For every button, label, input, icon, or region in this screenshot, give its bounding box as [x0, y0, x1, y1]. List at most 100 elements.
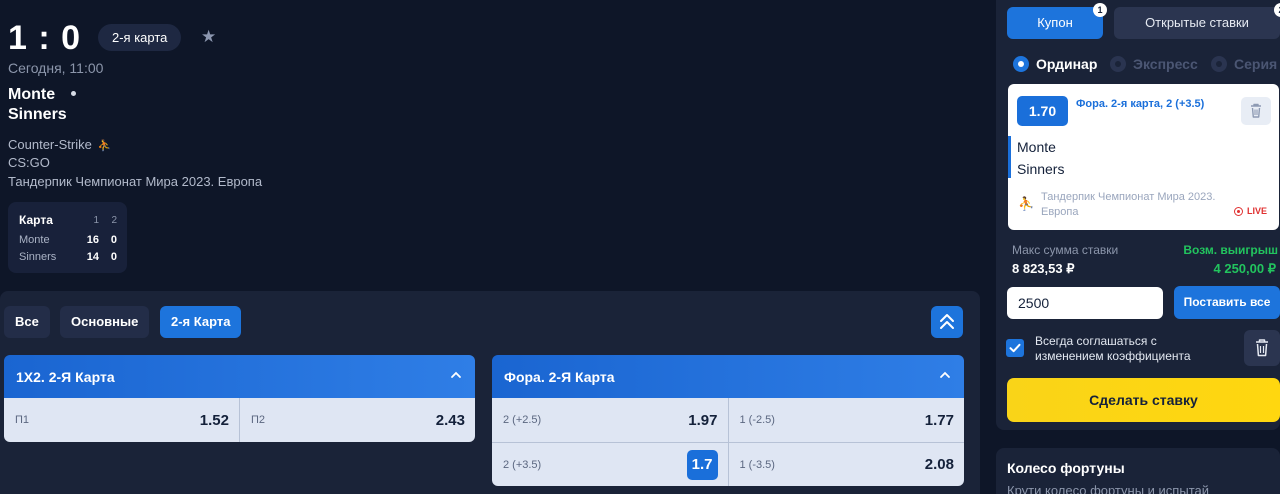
radio-icon: [1211, 56, 1227, 72]
odd-value: 1.77: [924, 411, 954, 429]
mode-express[interactable]: Экспресс: [1110, 56, 1198, 72]
outcome-label: 1 (-3.5): [739, 458, 775, 471]
scoreboard-row: Sinners 14 0: [19, 249, 117, 265]
bet-tournament: Тандерпик Чемпионат Мира 2023. Европа: [1041, 191, 1216, 218]
team2-name: Sinners: [8, 106, 67, 123]
scoreboard-map1: 16: [86, 234, 99, 246]
tournament-name: Тандерпик Чемпионат Мира 2023. Европа: [8, 174, 263, 189]
active-team-dot-icon: [71, 91, 76, 96]
mode-label: Ординар: [1036, 56, 1098, 72]
scoreboard-col2: 2: [111, 214, 117, 226]
radio-icon: [1110, 56, 1126, 72]
live-dot-icon: [1234, 206, 1243, 216]
trash-icon: [1251, 103, 1261, 118]
filter-tab-main[interactable]: Основные: [60, 306, 150, 338]
possible-win-label: Возм. выигрыш: [1183, 243, 1278, 257]
bet-slip: Купон 1 Открытые ставки 2 Ординар Экспре…: [996, 0, 1280, 430]
market-card-1x2: 1X2. 2-Я Карта П1 1.52 П2 2.43: [4, 355, 475, 442]
checkmark-icon: [1009, 343, 1021, 353]
remove-bet-button[interactable]: [1241, 97, 1271, 125]
favorite-star-icon[interactable]: ★: [201, 27, 216, 47]
odd-value: 2.08: [924, 456, 954, 473]
current-map-pill: 2-я карта: [98, 24, 182, 51]
odd-value-selected: 1.7: [686, 449, 718, 480]
bet-slip-item: 1.70 Фора. 2-я карта, 2 (+3.5) Monte Sin…: [1008, 84, 1279, 230]
filter-tab-all[interactable]: Все: [4, 306, 50, 338]
stake-input[interactable]: [1007, 287, 1163, 319]
outcome-label: П1: [15, 414, 30, 426]
make-bet-button[interactable]: Сделать ставку: [1007, 378, 1280, 422]
scoreboard-team: Monte: [19, 234, 50, 246]
tab-open-bets[interactable]: Открытые ставки: [1114, 7, 1280, 39]
sport-name: Counter-Strike: [8, 137, 92, 152]
clear-coupon-button[interactable]: [1244, 330, 1280, 366]
odd-value: 1.52: [199, 411, 229, 429]
counter-strike-icon: ⛹: [1018, 196, 1035, 211]
filter-tab-map2[interactable]: 2-я Карта: [160, 306, 242, 338]
mode-series[interactable]: Серия: [1211, 56, 1277, 72]
odd-cell[interactable]: П1 1.52: [4, 398, 239, 442]
accept-odds-change-checkbox[interactable]: [1006, 339, 1024, 357]
market-header[interactable]: 1X2. 2-Я Карта: [4, 355, 475, 398]
market-card-handicap: Фора. 2-Я Карта 2 (+2.5) 1.97 1 (-2.5) 1…: [492, 355, 964, 486]
mode-label: Серия: [1234, 56, 1278, 72]
game-name: CS:GO: [8, 155, 50, 170]
scoreboard-map2: 0: [110, 234, 117, 246]
mode-label: Экспресс: [1133, 56, 1198, 72]
scoreboard-header-label: Карта: [19, 213, 53, 227]
tab-coupon-label: Купон: [1037, 15, 1073, 30]
scoreboard-col1: 1: [93, 214, 99, 226]
market-row: П1 1.52 П2 2.43: [4, 398, 475, 442]
tab-open-label: Открытые ставки: [1145, 15, 1249, 30]
wheel-of-fortune-panel[interactable]: Колесо фортуны Крути колесо фортуны и ис…: [996, 448, 1280, 494]
match-score: 1 : 0: [8, 19, 82, 57]
bet-market: Фора. 2-я карта, 2 (+3.5): [1076, 98, 1205, 110]
sport-line: Counter-Strike ⛹: [8, 137, 112, 152]
odd-cell[interactable]: П2 2.43: [239, 398, 475, 442]
odd-value: 2.43: [435, 411, 465, 429]
market-title: Фора. 2-Я Карта: [504, 368, 615, 385]
odd-value: 1.97: [688, 411, 718, 429]
bet-team2: Sinners: [1017, 161, 1065, 177]
bet-team1: Monte: [1017, 139, 1056, 155]
mode-single[interactable]: Ординар: [1013, 56, 1097, 72]
counter-strike-icon: ⛹: [97, 140, 112, 152]
max-stake-label: Макс сумма ставки: [1012, 243, 1119, 257]
bet-selection-bar: [1008, 136, 1011, 178]
odd-cell[interactable]: 1 (-2.5) 1.77: [727, 398, 965, 442]
map-scoreboard: Карта 1 2 Monte 16 0 Sinners 14 0: [8, 202, 127, 273]
team1-name: Monte: [8, 86, 56, 103]
markets-section: Все Основные 2-я Карта 1X2. 2-Я Карта П1…: [0, 291, 980, 494]
scoreboard-row: Monte 16 0: [19, 232, 117, 248]
trash-icon: [1256, 339, 1268, 357]
market-header[interactable]: Фора. 2-Я Карта: [492, 355, 964, 398]
odd-cell[interactable]: 1 (-3.5) 2.08: [727, 443, 965, 486]
scoreboard-team: Sinners: [19, 251, 57, 263]
outcome-label: 2 (+3.5): [503, 458, 542, 471]
scoreboard-header: Карта 1 2: [19, 212, 117, 228]
chevron-up-icon: [451, 371, 461, 378]
place-all-button[interactable]: Поставить все: [1174, 286, 1280, 319]
scoreboard-map2: 0: [110, 251, 117, 263]
market-title: 1X2. 2-Я Карта: [16, 368, 115, 385]
odd-cell[interactable]: 2 (+3.5) 1.7: [492, 443, 728, 486]
double-chevron-up-icon: [940, 314, 954, 329]
odd-cell[interactable]: 2 (+2.5) 1.97: [492, 398, 728, 442]
radio-selected-icon: [1013, 56, 1029, 72]
accept-odds-change-label: Всегда соглашаться с изменением коэффици…: [1035, 334, 1191, 363]
outcome-label: 2 (+2.5): [503, 414, 542, 426]
market-row: 2 (+3.5) 1.7 1 (-3.5) 2.08: [492, 442, 964, 486]
chevron-up-icon: [940, 371, 950, 378]
match-time: Сегодня, 11:00: [8, 60, 104, 76]
bet-odd: 1.70: [1017, 96, 1068, 126]
live-badge: LIVE: [1234, 206, 1267, 216]
wheel-title: Колесо фортуны: [1007, 460, 1125, 476]
collapse-all-button[interactable]: [931, 306, 963, 338]
tab-coupon[interactable]: Купон: [1007, 7, 1103, 39]
live-label: LIVE: [1247, 206, 1268, 216]
outcome-label: П2: [251, 414, 266, 426]
possible-win-value: 4 250,00 ₽: [1213, 261, 1277, 276]
outcome-label: 1 (-2.5): [739, 414, 775, 426]
max-stake-value: 8 823,53 ₽: [1012, 261, 1075, 276]
market-row: 2 (+2.5) 1.97 1 (-2.5) 1.77: [492, 398, 964, 442]
